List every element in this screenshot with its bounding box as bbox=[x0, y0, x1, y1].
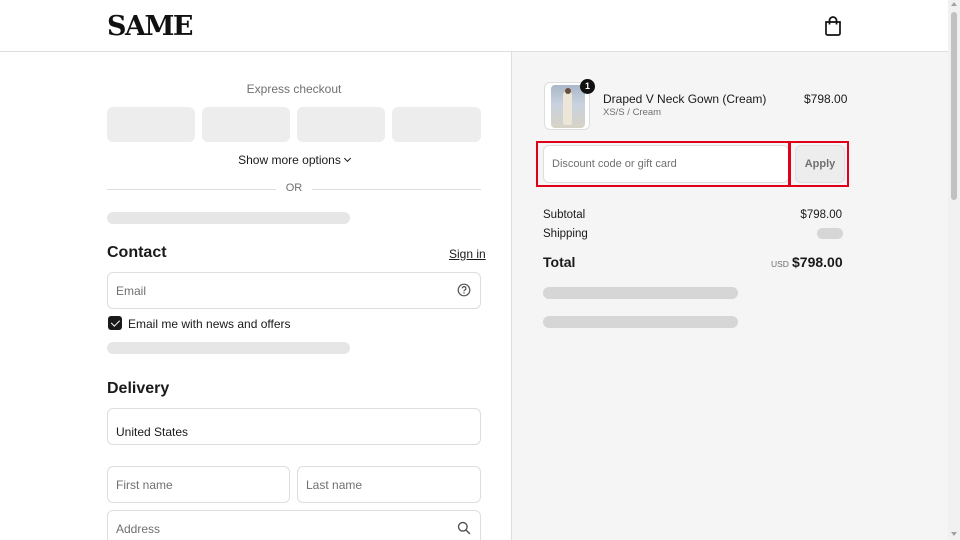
subtotal-value: $798.00 bbox=[800, 209, 842, 221]
page-scrollbar[interactable] bbox=[948, 0, 960, 540]
show-more-options-button[interactable]: Show more options bbox=[107, 153, 481, 167]
loading-placeholder bbox=[543, 287, 738, 299]
scroll-up-arrow-icon[interactable] bbox=[951, 2, 957, 6]
newsletter-checkbox[interactable] bbox=[108, 316, 122, 330]
store-logo[interactable]: SAME bbox=[107, 11, 193, 42]
first-name-field[interactable]: First name bbox=[107, 466, 290, 503]
newsletter-label: Email me with news and offers bbox=[128, 317, 291, 331]
divider-left bbox=[107, 189, 276, 190]
search-icon[interactable] bbox=[457, 521, 471, 535]
shipping-loading bbox=[817, 228, 843, 239]
total-currency: USD bbox=[771, 259, 789, 269]
sign-in-link[interactable]: Sign in bbox=[449, 247, 486, 261]
total-value: $798.00 bbox=[792, 254, 843, 270]
express-pay-button-3[interactable] bbox=[297, 107, 385, 142]
product-variant: XS/S / Cream bbox=[603, 107, 662, 118]
show-more-label: Show more options bbox=[238, 153, 341, 167]
email-field[interactable]: Email bbox=[107, 272, 481, 309]
divider-right bbox=[312, 189, 481, 190]
country-value: United States bbox=[116, 425, 189, 439]
product-price: $798.00 bbox=[804, 92, 848, 106]
apply-discount-button[interactable]: Apply bbox=[795, 145, 845, 183]
discount-placeholder: Discount code or gift card bbox=[552, 158, 677, 170]
total-label: Total bbox=[543, 254, 576, 270]
loading-placeholder bbox=[543, 316, 738, 328]
scrollbar-thumb[interactable] bbox=[951, 12, 957, 200]
express-pay-button-4[interactable] bbox=[392, 107, 481, 142]
chevron-down-icon bbox=[343, 154, 351, 163]
order-summary: 1 Draped V Neck Gown (Cream) XS/S / Crea… bbox=[511, 52, 948, 540]
checkout-form: Express checkout Show more options OR Co… bbox=[0, 52, 511, 540]
product-image bbox=[551, 85, 585, 128]
last-name-field[interactable]: Last name bbox=[297, 466, 481, 503]
express-pay-button-1[interactable] bbox=[107, 107, 195, 142]
contact-title: Contact bbox=[107, 244, 167, 261]
first-name-placeholder: First name bbox=[116, 478, 173, 492]
loading-placeholder bbox=[107, 342, 350, 354]
scroll-down-arrow-icon[interactable] bbox=[951, 532, 957, 536]
product-name: Draped V Neck Gown (Cream) bbox=[603, 92, 767, 106]
express-checkout-title: Express checkout bbox=[246, 82, 342, 96]
express-pay-button-2[interactable] bbox=[202, 107, 290, 142]
header: SAME bbox=[0, 0, 948, 52]
shopping-bag-icon[interactable] bbox=[824, 16, 842, 36]
shipping-label: Shipping bbox=[543, 228, 588, 240]
question-circle-icon[interactable] bbox=[457, 283, 471, 297]
last-name-placeholder: Last name bbox=[306, 478, 363, 492]
quantity-badge: 1 bbox=[580, 79, 595, 94]
loading-placeholder bbox=[107, 212, 350, 224]
discount-code-field[interactable]: Discount code or gift card bbox=[543, 145, 789, 183]
or-divider: OR bbox=[285, 182, 303, 194]
country-select[interactable]: United States bbox=[107, 408, 481, 445]
address-placeholder: Address bbox=[116, 522, 161, 536]
subtotal-label: Subtotal bbox=[543, 209, 586, 221]
delivery-title: Delivery bbox=[107, 380, 170, 397]
address-field[interactable]: Address bbox=[107, 510, 481, 540]
email-placeholder: Email bbox=[116, 284, 147, 298]
